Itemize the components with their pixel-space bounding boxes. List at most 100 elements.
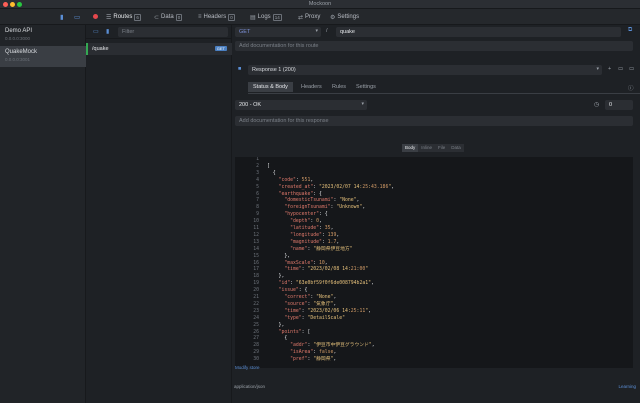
route-documentation-input[interactable]: Add documentation for this route [235,41,633,51]
latency-input[interactable]: 0 [605,100,633,110]
route-filter-input[interactable]: Filter [118,27,228,37]
proxy-icon: ⇄ [298,14,304,21]
content-type-label: application/json [234,384,266,389]
footer-link[interactable]: Learning [618,384,636,389]
line-number: 11 [253,226,259,231]
line-number: 17 [253,267,259,273]
open-folder-icon[interactable]: ▭ [74,13,80,21]
status-footer: application/json Learning [232,383,640,391]
line-number: 23 [253,308,259,314]
code-text: "correct": "None", [284,295,337,300]
code-text: "addr": "伊豆市中伊豆グラウンド", [290,343,375,349]
body-type-inline[interactable]: Inline [418,144,436,152]
environment-address: 0.0.0.0:3000 [5,36,31,41]
response-documentation-input[interactable]: Add documentation for this response [235,116,633,126]
tab-label: Settings [337,14,360,20]
main-toolbar: ☰ Routes 6 ⊂ Data 0 ≡ Headers 0 ▤ Logs 1… [86,9,640,25]
status-value: 200 - OK [239,102,262,108]
tab-label: Data [161,14,174,20]
tab-settings[interactable]: Settings [356,84,376,90]
headers-icon: ≡ [198,14,202,20]
line-number: 7 [256,198,259,204]
tab-settings[interactable]: ⚙ Settings [330,12,359,22]
code-text: "issue": { [278,288,308,294]
add-folder-icon[interactable]: ▮ [106,28,109,35]
code-line: 8 "foreignTsunami": "Unknown", [235,205,633,211]
tab-headers[interactable]: Headers [301,84,322,90]
code-line: 6 "earthquake": { [235,192,633,198]
add-response-icon[interactable]: + [608,66,611,72]
body-type-data[interactable]: Data [448,144,464,152]
tab-logs[interactable]: ▤ Logs 14 [250,12,282,22]
line-number: 16 [253,260,259,266]
response-icon: ■ [238,66,242,72]
line-number: 9 [256,212,259,218]
code-text: "points": [ [278,329,311,335]
code-line: 1 [235,157,633,163]
code-line: 7 "domesticTsunami": "None", [235,198,633,204]
body-editor[interactable]: 1 2[3 {4 "code": 551, 5 "created_at": "202… [235,157,633,368]
route-header-row: GET ▾ / quake ⧉ [232,25,640,39]
tab-label: Logs [257,14,271,20]
line-number: 3 [256,170,259,176]
code-text: "code": 551, [278,177,314,183]
body-type-file[interactable]: File [435,144,449,152]
code-text: "magnitude": 1.7, [290,239,340,245]
title-bar: Mockoon [0,0,640,9]
route-item[interactable]: /quake GET [86,43,232,55]
environment-item[interactable]: Demo API 0.0.0.0:3000 [0,25,86,46]
tab-status-body[interactable]: Status & Body [248,82,293,92]
response-select[interactable]: Response 1 (200) ▾ [248,65,602,75]
tab-headers[interactable]: ≡ Headers 0 [198,12,235,22]
code-text: [ [267,163,270,169]
new-environment-icon[interactable]: ▮ [60,13,64,21]
line-number: 6 [256,191,259,197]
window-title: Mockoon [308,1,332,7]
editor-footer-link[interactable]: Modify store [235,365,260,370]
logs-icon: ▤ [250,14,256,21]
stop-server-icon[interactable] [93,14,98,19]
response-tabs: Status & Body Headers Rules Settings ⓘ [248,82,640,94]
code-line: 26 "points": [ [235,330,633,336]
line-number: 15 [253,253,259,259]
code-text: "pref": "静岡県", [290,357,337,363]
tab-proxy[interactable]: ⇄ Proxy [298,12,320,22]
code-text: "latitude": 35, [290,226,334,231]
tab-rules[interactable]: Rules [332,84,346,90]
path-slash: / [326,28,328,34]
info-icon[interactable]: ⓘ [628,84,634,92]
clock-icon: ◷ [594,102,600,108]
body-type-switch: Body Inline File Data [402,144,464,152]
code-line: 22 "source": "気象庁", [235,302,633,308]
method-badge: GET [214,46,227,51]
code-line: 15 }, [235,254,633,260]
line-number: 10 [253,219,259,225]
routes-icon: ☰ [106,14,112,21]
code-line: 11 "latitude": 35, [235,226,633,232]
code-text: "type": "DetailScale" [284,315,345,321]
delete-response-icon[interactable]: ▭ [629,66,634,72]
code-line: 17 "time": "2023/02/08 14:21:00" [235,267,633,273]
route-editor: GET ▾ / quake ⧉ Add documentation for th… [232,25,640,403]
response-row: ■ Response 1 (200) ▾ + ▭ ▭ [232,63,640,77]
line-number: 28 [253,343,259,349]
tab-routes[interactable]: ☰ Routes 6 [106,12,141,22]
line-number: 13 [253,239,259,245]
code-line: 4 "code": 551, [235,178,633,184]
chevron-down-icon: ▾ [315,28,318,34]
route-path: /quake [92,46,109,52]
add-route-icon[interactable]: ▭ [93,28,99,35]
line-number: 29 [253,350,259,356]
duplicate-response-icon[interactable]: ▭ [618,66,623,72]
environment-item-active[interactable]: QuakeMock 0.0.0.0:3001 [0,46,86,67]
method-select[interactable]: GET ▾ [235,27,321,37]
external-link-icon[interactable]: ⧉ [628,27,632,34]
environments-toolbar: ▮ ▭ [0,9,86,25]
line-number: 25 [253,322,259,328]
body-type-body[interactable]: Body [402,144,419,152]
tab-data[interactable]: ⊂ Data 0 [154,12,183,22]
code-text: "longitude": 139, [290,232,340,238]
tab-label: Routes [113,14,133,20]
route-path-input[interactable]: quake [336,27,621,37]
status-code-select[interactable]: 200 - OK ▾ [235,100,367,110]
